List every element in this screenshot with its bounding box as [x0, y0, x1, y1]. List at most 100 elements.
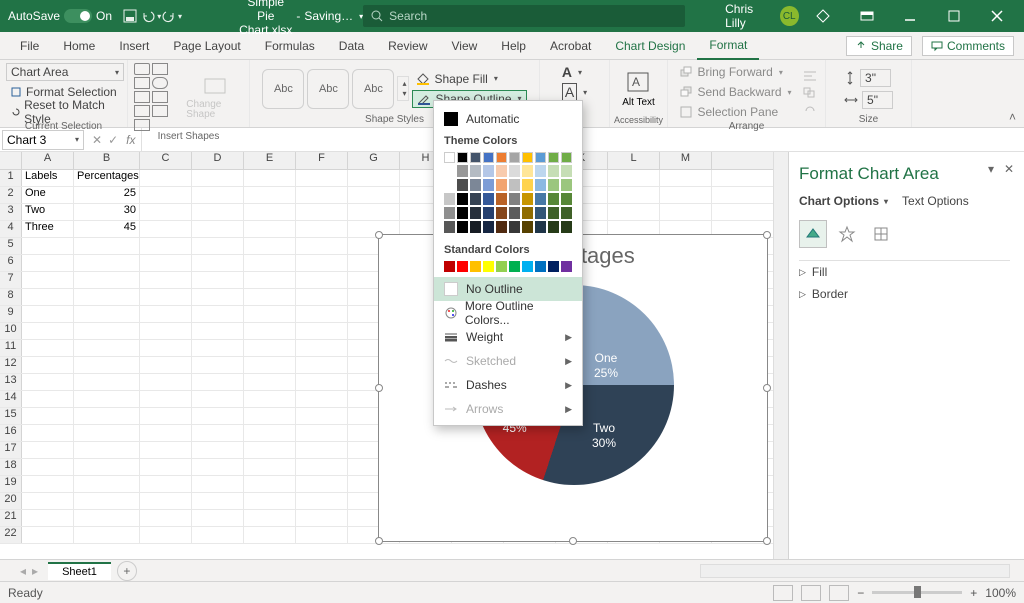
cell[interactable]: Three — [22, 221, 74, 237]
cell[interactable]: 45 — [74, 221, 140, 237]
col-header[interactable]: F — [296, 152, 348, 169]
col-header[interactable]: B — [74, 152, 140, 169]
color-swatch[interactable] — [509, 152, 520, 163]
cell[interactable] — [140, 306, 192, 322]
cell[interactable] — [244, 306, 296, 322]
wordart-fill[interactable]: A▾ — [558, 63, 591, 81]
row-header[interactable]: 1 — [0, 170, 22, 186]
cell[interactable] — [244, 255, 296, 271]
tab-page-layout[interactable]: Page Layout — [161, 32, 252, 60]
cell[interactable] — [192, 425, 244, 441]
bring-forward[interactable]: Bring Forward▾ — [675, 63, 795, 81]
undo-icon[interactable]: ▾ — [141, 5, 162, 27]
color-swatch[interactable] — [509, 193, 520, 205]
standard-color-row[interactable] — [434, 260, 582, 273]
cell[interactable] — [296, 408, 348, 424]
color-swatch[interactable] — [457, 221, 468, 233]
weight-submenu[interactable]: Weight▶ — [434, 325, 582, 349]
zoom-in[interactable]: + — [970, 586, 977, 600]
color-swatch[interactable] — [457, 207, 468, 219]
cell[interactable] — [22, 493, 74, 509]
data-label-two[interactable]: Two30% — [592, 420, 616, 450]
cell[interactable] — [296, 323, 348, 339]
color-swatch[interactable] — [535, 221, 546, 233]
color-swatch[interactable] — [483, 207, 494, 219]
color-swatch[interactable] — [483, 152, 494, 163]
color-swatch[interactable] — [535, 179, 546, 191]
close-button[interactable] — [979, 0, 1016, 32]
cell[interactable] — [140, 272, 192, 288]
row-header[interactable]: 17 — [0, 442, 22, 458]
color-swatch[interactable] — [444, 152, 455, 163]
cell[interactable] — [660, 170, 712, 186]
cell[interactable] — [74, 408, 140, 424]
style-gallery-more[interactable]: ▴▾ — [397, 76, 409, 101]
cell[interactable] — [22, 425, 74, 441]
color-swatch[interactable] — [548, 193, 559, 205]
group-icon[interactable] — [802, 86, 818, 99]
text-options-tab[interactable]: Text Options — [902, 194, 969, 208]
row-header[interactable]: 11 — [0, 340, 22, 356]
cell[interactable] — [244, 493, 296, 509]
user-avatar[interactable]: CL — [780, 6, 799, 26]
color-swatch[interactable] — [444, 179, 455, 191]
cell[interactable] — [22, 289, 74, 305]
color-swatch[interactable] — [509, 165, 520, 177]
cell[interactable] — [244, 374, 296, 390]
row-header[interactable]: 10 — [0, 323, 22, 339]
cell[interactable] — [608, 204, 660, 220]
row-header[interactable]: 5 — [0, 238, 22, 254]
cell[interactable] — [192, 170, 244, 186]
fill-expander[interactable]: ▷Fill — [799, 261, 1010, 283]
toggle-switch[interactable] — [64, 9, 92, 23]
cell[interactable]: 25 — [74, 187, 140, 203]
alt-text-button[interactable]: AAlt Text — [622, 70, 655, 108]
fill-line-icon[interactable] — [799, 220, 827, 248]
vertical-scrollbar[interactable] — [773, 152, 788, 559]
color-swatch[interactable] — [444, 221, 455, 233]
row-header[interactable]: 12 — [0, 357, 22, 373]
cell[interactable] — [192, 459, 244, 475]
tab-formulas[interactable]: Formulas — [253, 32, 327, 60]
pane-pin-icon[interactable]: ▾ — [988, 162, 994, 176]
cell[interactable] — [296, 527, 348, 543]
cell[interactable] — [244, 510, 296, 526]
color-swatch[interactable] — [457, 165, 468, 177]
color-swatch[interactable] — [561, 193, 572, 205]
cell[interactable] — [296, 442, 348, 458]
automatic-color[interactable]: Automatic — [434, 107, 582, 131]
cell[interactable] — [22, 238, 74, 254]
color-swatch[interactable] — [444, 165, 455, 177]
cell[interactable] — [22, 357, 74, 373]
shape-gallery[interactable] — [134, 63, 183, 131]
tab-insert[interactable]: Insert — [107, 32, 161, 60]
wordart-outline[interactable]: A▾ — [558, 83, 591, 101]
cell[interactable] — [192, 289, 244, 305]
cell[interactable] — [140, 493, 192, 509]
cell[interactable] — [244, 391, 296, 407]
add-sheet-button[interactable]: + — [117, 561, 137, 581]
cell[interactable] — [74, 340, 140, 356]
row-header[interactable]: 7 — [0, 272, 22, 288]
row-header[interactable]: 4 — [0, 221, 22, 237]
cell[interactable] — [140, 527, 192, 543]
cell[interactable] — [192, 204, 244, 220]
shape-style-2[interactable]: Abc — [307, 69, 349, 109]
cell[interactable] — [608, 170, 660, 186]
cell[interactable] — [140, 374, 192, 390]
color-swatch[interactable] — [522, 152, 533, 163]
cell[interactable] — [140, 510, 192, 526]
cell[interactable] — [22, 340, 74, 356]
cell[interactable] — [140, 425, 192, 441]
cell[interactable] — [244, 476, 296, 492]
color-swatch[interactable] — [483, 261, 494, 272]
cell[interactable]: Labels — [22, 170, 74, 186]
diamond-icon[interactable] — [805, 0, 842, 32]
cell[interactable] — [192, 238, 244, 254]
color-swatch[interactable] — [457, 261, 468, 272]
row-header[interactable]: 22 — [0, 527, 22, 543]
col-header[interactable]: D — [192, 152, 244, 169]
color-swatch[interactable] — [470, 165, 481, 177]
color-swatch[interactable] — [470, 193, 481, 205]
cell[interactable] — [296, 272, 348, 288]
